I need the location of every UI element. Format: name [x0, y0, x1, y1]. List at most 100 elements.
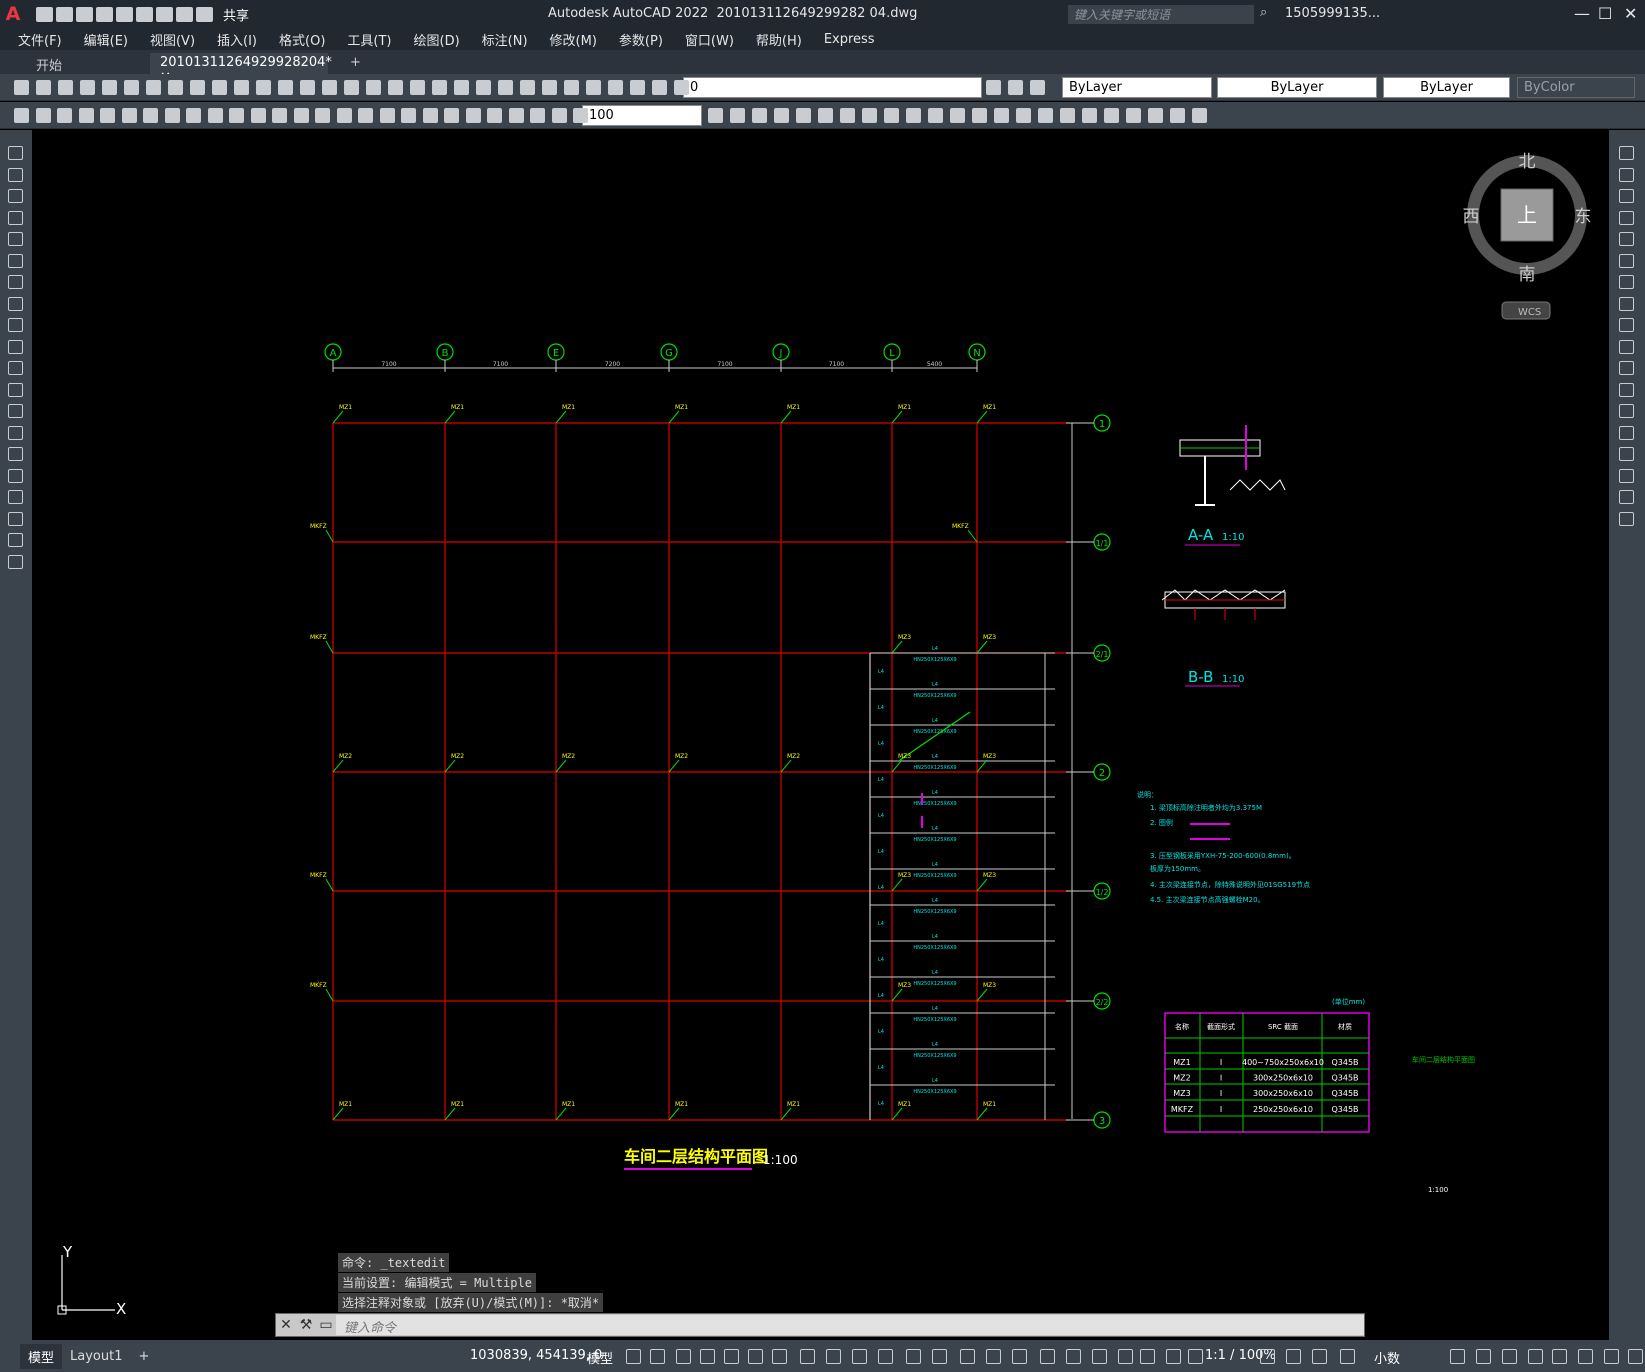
- status-toggle-icon[interactable]: [1188, 1349, 1203, 1364]
- undo-icon[interactable]: [176, 6, 193, 22]
- lineweight-combo[interactable]: ByLayer: [1383, 77, 1510, 98]
- modify-tool-icon[interactable]: [1619, 146, 1634, 160]
- status-toggle-icon[interactable]: [1140, 1349, 1155, 1364]
- status-toggle-icon[interactable]: [748, 1349, 763, 1364]
- modify-tool-icon[interactable]: [1619, 318, 1634, 332]
- modify-tool-icon[interactable]: [1126, 108, 1141, 123]
- compass-north[interactable]: 北: [1519, 152, 1536, 172]
- open-icon[interactable]: [56, 6, 73, 22]
- draw-tool-icon[interactable]: [8, 296, 23, 311]
- toolbar-tool-icon[interactable]: [146, 80, 161, 95]
- modify-tool-icon[interactable]: [1619, 275, 1634, 289]
- menu-format[interactable]: 格式(O): [279, 30, 325, 49]
- status-toggle-icon[interactable]: [1286, 1349, 1301, 1364]
- toolbar-tool-icon[interactable]: [344, 80, 359, 95]
- status-toggle-icon[interactable]: [986, 1349, 1001, 1364]
- dimension-tool-icon[interactable]: [121, 108, 137, 123]
- modify-tool-icon[interactable]: [1148, 108, 1163, 123]
- status-toggle-icon[interactable]: [1476, 1349, 1491, 1364]
- modify-tool-icon[interactable]: [1619, 339, 1634, 354]
- toolbar-tool-icon[interactable]: [366, 80, 381, 95]
- drawing-canvas[interactable]: L4 HN250X125X6X9 L4 L4 HN250X125X6X9 L4 L4 HN25…: [32, 130, 1609, 1340]
- status-toggle-icon[interactable]: [826, 1349, 841, 1364]
- status-toggle-icon[interactable]: [1450, 1349, 1465, 1364]
- modify-tool-icon[interactable]: [1104, 108, 1119, 123]
- toolbar-tool-icon[interactable]: [14, 80, 29, 95]
- redo-icon[interactable]: [196, 6, 213, 22]
- toolbar-tool-icon[interactable]: [256, 80, 271, 95]
- modify-tool-icon[interactable]: [862, 108, 877, 123]
- toolbar-tool-icon[interactable]: [542, 80, 557, 95]
- toolbar-tool-icon[interactable]: [388, 80, 403, 95]
- menu-edit[interactable]: 编辑(E): [84, 30, 128, 49]
- status-toggle-icon[interactable]: [1628, 1349, 1643, 1364]
- units-selector[interactable]: 小数: [1374, 1348, 1400, 1367]
- draw-tool-icon[interactable]: [8, 318, 23, 332]
- modify-tool-icon[interactable]: [1170, 108, 1185, 123]
- modify-tool-icon[interactable]: [1619, 232, 1634, 246]
- modify-tool-icon[interactable]: [1038, 108, 1053, 123]
- draw-tool-icon[interactable]: [8, 382, 23, 397]
- add-layout-button[interactable]: +: [130, 1346, 157, 1367]
- draw-tool-icon[interactable]: [8, 554, 23, 569]
- open-web-icon[interactable]: [116, 6, 133, 22]
- draw-tool-icon[interactable]: [8, 490, 23, 504]
- status-toggle-icon[interactable]: [932, 1349, 947, 1364]
- draw-tool-icon[interactable]: [8, 146, 23, 160]
- toolbar-tool-icon[interactable]: [300, 80, 315, 95]
- toolbar-tool-icon[interactable]: [80, 80, 95, 95]
- dimension-tool-icon[interactable]: [487, 108, 502, 123]
- modify-tool-icon[interactable]: [1619, 361, 1634, 375]
- modify-tool-icon[interactable]: [774, 108, 789, 123]
- draw-tool-icon[interactable]: [8, 339, 23, 354]
- toolbar-tool-icon[interactable]: [102, 80, 117, 95]
- customize-command-icon[interactable]: ⚒: [296, 1317, 316, 1333]
- status-toggle-icon[interactable]: [878, 1349, 893, 1364]
- modify-tool-icon[interactable]: [972, 108, 987, 123]
- print-icon[interactable]: [156, 6, 173, 22]
- status-toggle-icon[interactable]: [800, 1349, 815, 1364]
- linetype-combo[interactable]: ByLayer: [1217, 77, 1377, 98]
- status-toggle-icon[interactable]: [772, 1349, 787, 1364]
- modify-tool-icon[interactable]: [1619, 253, 1634, 268]
- toolbar-tool-icon[interactable]: [586, 80, 601, 95]
- modify-tool-icon[interactable]: [1619, 210, 1634, 225]
- menu-dimension[interactable]: 标注(N): [482, 30, 528, 49]
- dimension-tool-icon[interactable]: [401, 108, 416, 123]
- dimension-tool-icon[interactable]: [143, 108, 158, 123]
- draw-tool-icon[interactable]: [8, 275, 23, 289]
- dimension-tool-icon[interactable]: [164, 108, 180, 123]
- draw-tool-icon[interactable]: [8, 253, 23, 268]
- dimension-tool-icon[interactable]: [551, 108, 567, 123]
- layer-tool-icon[interactable]: [1030, 80, 1045, 95]
- toolbar-tool-icon[interactable]: [58, 80, 73, 95]
- command-input[interactable]: 键入命令: [336, 1315, 1364, 1336]
- dimscale-combo[interactable]: 100: [582, 105, 702, 126]
- modify-tool-icon[interactable]: [752, 108, 767, 123]
- dimension-tool-icon[interactable]: [293, 108, 309, 123]
- save-as-icon[interactable]: [96, 6, 113, 22]
- dimension-tool-icon[interactable]: [186, 108, 201, 123]
- menu-file[interactable]: 文件(F): [18, 30, 62, 49]
- minimize-icon[interactable]: —: [1574, 4, 1590, 23]
- draw-tool-icon[interactable]: [8, 468, 23, 483]
- dimension-tool-icon[interactable]: [444, 108, 459, 123]
- modify-tool-icon[interactable]: [1016, 108, 1031, 123]
- toolbar-tool-icon[interactable]: [212, 80, 227, 95]
- maximize-icon[interactable]: ☐: [1598, 4, 1612, 23]
- tab-document[interactable]: 20101311264929928204* ✕: [150, 53, 332, 85]
- toolbar-tool-icon[interactable]: [652, 80, 667, 95]
- menu-window[interactable]: 窗口(W): [685, 30, 734, 49]
- toolbar-tool-icon[interactable]: [630, 80, 645, 95]
- status-toggle-icon[interactable]: [724, 1349, 739, 1364]
- draw-tool-icon[interactable]: [8, 232, 23, 246]
- modify-tool-icon[interactable]: [1619, 189, 1634, 203]
- status-toggle-icon[interactable]: [906, 1349, 921, 1364]
- menu-insert[interactable]: 插入(I): [217, 30, 257, 49]
- status-toggle-icon[interactable]: [650, 1349, 665, 1364]
- dimension-tool-icon[interactable]: [207, 108, 223, 123]
- dimension-tool-icon[interactable]: [272, 108, 287, 123]
- status-toggle-icon[interactable]: [676, 1349, 691, 1364]
- new-tab-button[interactable]: +: [340, 53, 371, 74]
- toolbar-tool-icon[interactable]: [278, 80, 293, 95]
